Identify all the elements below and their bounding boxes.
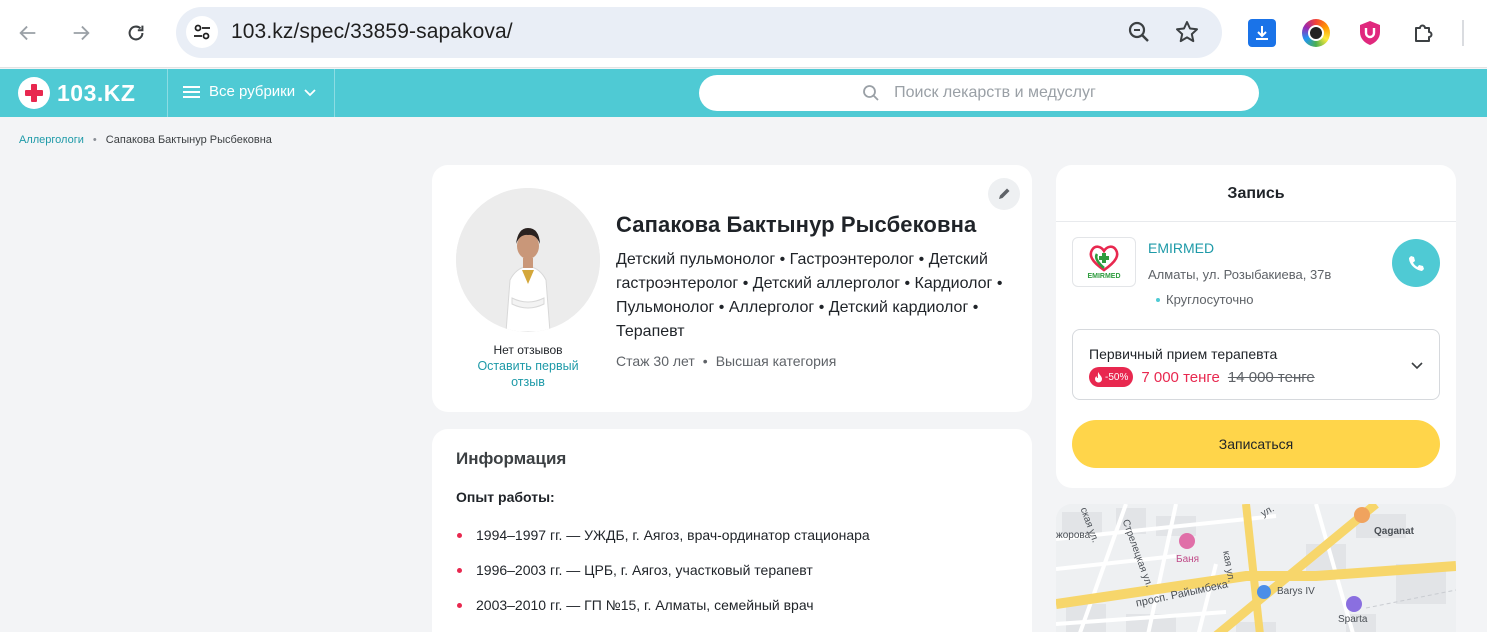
leave-review-link[interactable]: Оставить первый отзыв <box>468 358 588 390</box>
clinic-name-link[interactable]: EMIRMED <box>1148 240 1214 256</box>
url-text[interactable]: 103.kz/spec/33859-sapakova/ <box>231 20 513 44</box>
color-picker-extension-icon[interactable] <box>1302 19 1330 47</box>
site-settings-button[interactable] <box>186 16 218 48</box>
reload-icon <box>128 25 144 41</box>
status-dot-icon <box>1156 297 1160 302</box>
doctor-profile-card: Нет отзывов Оставить первый отзыв Сапако… <box>432 165 1032 412</box>
search-input[interactable]: Поиск лекарств и медуслуг <box>699 75 1259 111</box>
arrow-right-icon <box>73 25 90 41</box>
no-reviews-text: Нет отзывов <box>493 343 563 357</box>
browser-toolbar: 103.kz/spec/33859-sapakova/ <box>0 0 1487 68</box>
rubrics-menu-button[interactable]: Все рубрики <box>183 83 317 100</box>
map-label: Баня <box>1176 554 1200 565</box>
experience-text: Стаж 30 лет <box>616 353 695 369</box>
call-clinic-button[interactable] <box>1392 239 1440 287</box>
chevron-down-icon <box>304 88 316 96</box>
download-extension-icon[interactable] <box>1248 19 1276 47</box>
extensions-puzzle-icon[interactable] <box>1410 19 1438 47</box>
booking-card: Запись EMIRMED EMIRMED Алматы, ул. Розыб… <box>1056 165 1456 488</box>
booking-title: Запись <box>1227 185 1285 202</box>
breadcrumb-separator: • <box>92 134 97 146</box>
map-label: Barys IV <box>1277 586 1315 597</box>
price-row: -50% 7 000 тенге 14 000 тенге <box>1089 367 1315 387</box>
list-item: 1994–1997 гг. — УЖДБ, г. Аягоз, врач-орд… <box>456 525 870 560</box>
info-card: Информация Опыт работы: 1994–1997 гг. — … <box>432 429 1032 632</box>
experience-separator: • <box>702 353 708 369</box>
tune-icon <box>194 24 210 40</box>
site-header: 103.KZ Все рубрики Поиск лекарств и меду… <box>0 69 1487 117</box>
book-appointment-button[interactable]: Записаться <box>1072 420 1440 468</box>
header-divider <box>167 69 168 117</box>
map-label: Sparta <box>1338 614 1368 625</box>
discount-text: -50% <box>1105 371 1129 383</box>
pencil-icon <box>999 188 1010 199</box>
address-bar[interactable]: 103.kz/spec/33859-sapakova/ <box>176 7 1222 58</box>
medical-cross-icon <box>18 77 50 109</box>
clinic-logo-text: EMIRMED <box>1087 273 1121 280</box>
logo-text: 103.KZ <box>57 79 136 106</box>
breadcrumb: Аллергологи • Сапакова Бактынур Рысбеков… <box>19 134 272 146</box>
shield-extension-icon[interactable] <box>1356 19 1384 47</box>
bookmark-star-icon[interactable] <box>1174 19 1200 45</box>
clinic-address: Алматы, ул. Розыбакиева, 37в <box>1148 267 1332 282</box>
list-item: 1996–2003 гг. — ЦРБ, г. Аягоз, участковы… <box>456 560 870 595</box>
price-old: 14 000 тенге <box>1227 368 1315 386</box>
forward-button[interactable] <box>63 15 99 51</box>
work-experience-list: 1994–1997 гг. — УЖДБ, г. Аягоз, врач-орд… <box>456 525 870 630</box>
booking-divider <box>1056 221 1456 222</box>
doctor-name: Сапакова Бактынур Рысбековна <box>616 212 977 237</box>
service-select[interactable]: Первичный прием терапевта -50% 7 000 тен… <box>1072 329 1440 400</box>
doctor-avatar <box>456 188 600 332</box>
breadcrumb-current: Сапакова Бактынур Рысбековна <box>105 134 272 146</box>
clinic-hours: Круглосуточно <box>1156 292 1254 307</box>
experience-line: Стаж 30 лет • Высшая категория <box>616 353 836 369</box>
reload-button[interactable] <box>118 15 154 51</box>
price-new: 7 000 тенге <box>1141 368 1220 386</box>
fire-icon <box>1095 371 1102 382</box>
menu-icon <box>183 85 200 98</box>
clinic-logo[interactable]: EMIRMED <box>1072 237 1136 287</box>
info-title: Информация <box>456 449 567 468</box>
zoom-icon[interactable] <box>1126 19 1152 45</box>
service-name: Первичный прием терапевта <box>1089 346 1278 362</box>
rubrics-label: Все рубрики <box>209 83 296 100</box>
work-experience-title: Опыт работы: <box>456 489 555 505</box>
doctor-specialties: Детский пульмонолог • Гастроэнтеролог • … <box>616 251 1003 340</box>
breadcrumb-link-allergologists[interactable]: Аллергологи <box>19 134 84 146</box>
phone-icon <box>1409 256 1424 271</box>
toolbar-divider <box>1462 20 1464 46</box>
clinic-hours-text: Круглосуточно <box>1166 292 1254 307</box>
discount-badge: -50% <box>1089 367 1134 387</box>
search-icon <box>863 85 879 101</box>
category-text: Высшая категория <box>715 353 837 369</box>
clinic-map[interactable]: Qaganat Баня просп. Райымбека Barys IV S… <box>1056 504 1456 632</box>
map-label: Qaganat <box>1374 526 1415 537</box>
heart-logo-icon <box>1089 245 1119 272</box>
search-placeholder: Поиск лекарств и медуслуг <box>894 84 1096 101</box>
back-button[interactable] <box>10 15 46 51</box>
edit-profile-button[interactable] <box>988 178 1020 210</box>
list-item: 2003–2010 гг. — ГП №15, г. Алматы, семей… <box>456 595 870 630</box>
site-logo[interactable]: 103.KZ <box>18 77 135 109</box>
chevron-down-icon <box>1411 362 1423 370</box>
arrow-left-icon <box>19 25 36 41</box>
header-divider <box>334 69 335 117</box>
